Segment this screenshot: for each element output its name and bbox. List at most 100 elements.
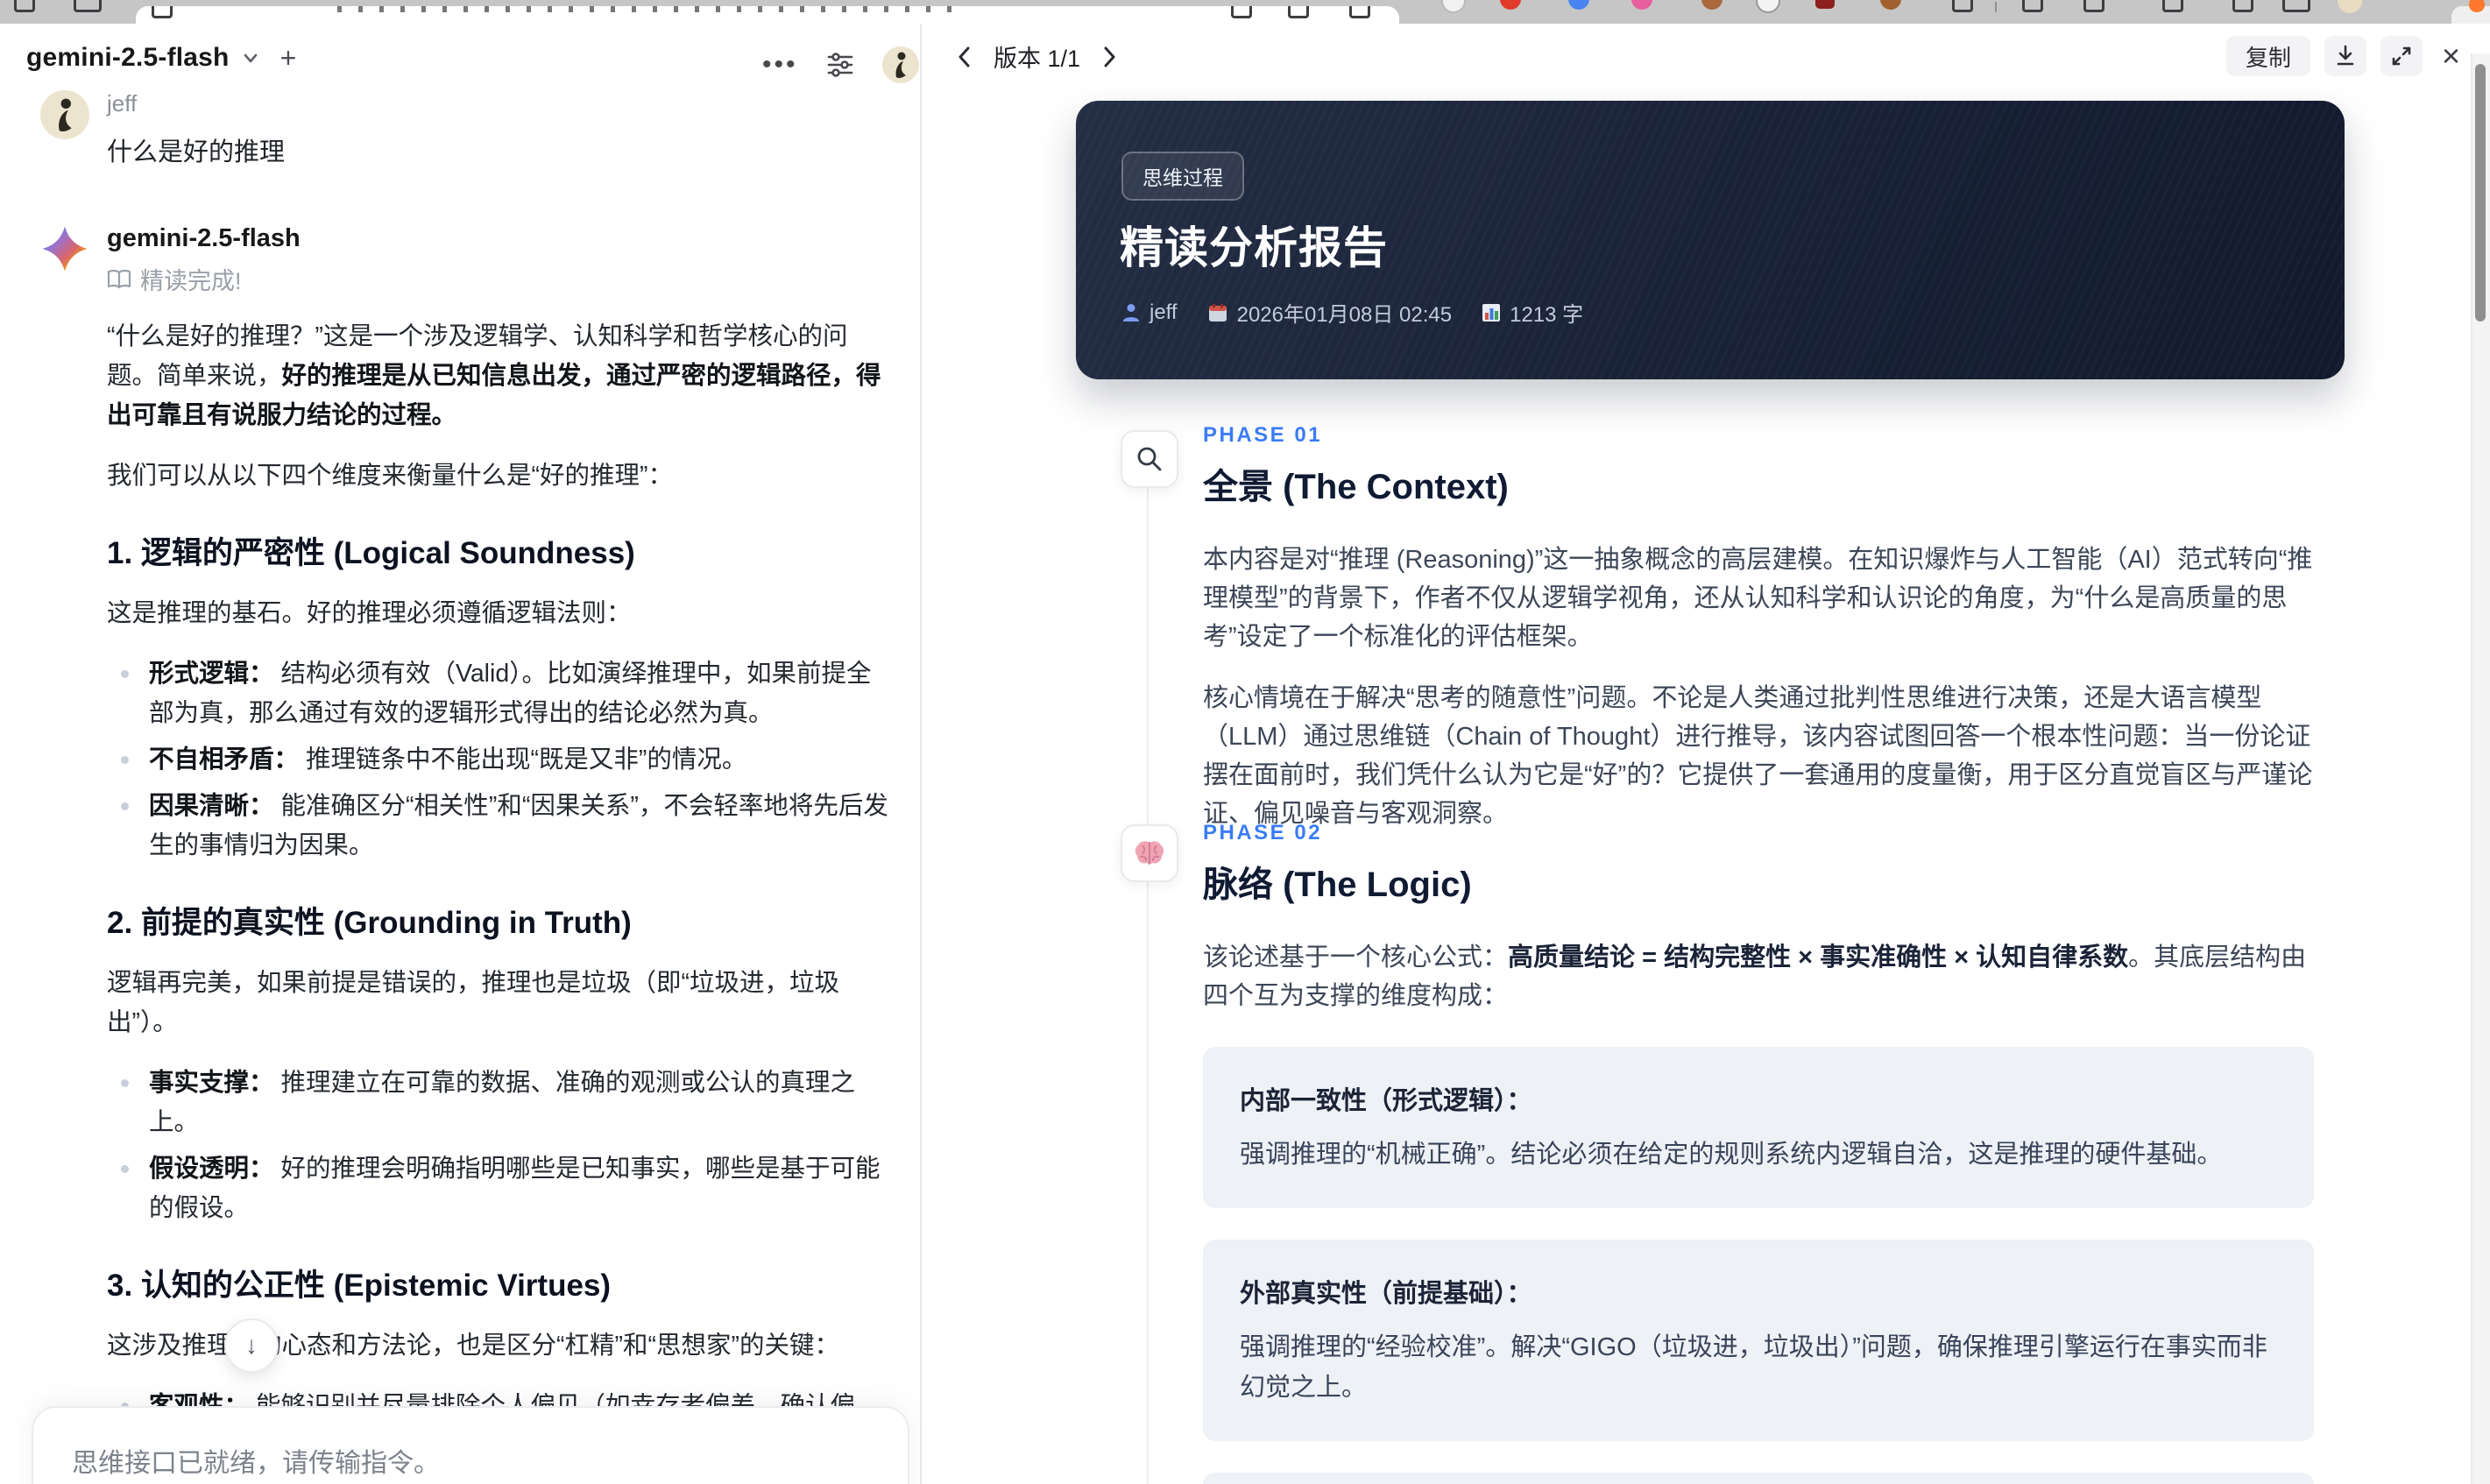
new-chat-button[interactable]: +: [280, 44, 297, 72]
dimension-box: 内部一致性（形式逻辑）： 强调推理的“机械正确”。结论必须在给定的规则系统内逻辑…: [1203, 1047, 2314, 1208]
section-heading: 2. 前提的真实性 (Grounding in Truth): [107, 906, 632, 940]
scroll-to-bottom-button[interactable]: ↓: [224, 1318, 279, 1373]
extension-icon[interactable]: [1441, 0, 1466, 13]
dimension-title: 内部一致性（形式逻辑）：: [1240, 1087, 1532, 1115]
model-selector[interactable]: gemini-2.5-flash +: [26, 43, 296, 73]
bullet-list: 形式逻辑： 结构必须有效（Valid）。比如演绎推理中，如果前提全部为真，那么通…: [107, 654, 888, 866]
browser-toolbar: [0, 0, 2490, 24]
scrollbar-track[interactable]: [2471, 53, 2490, 1484]
user-name: jeff: [107, 90, 138, 117]
share-icon[interactable]: [1288, 6, 1309, 18]
phase-2: PHASE 02 脉络 (The Logic) 该论述基于一个核心公式：高质量结…: [1203, 821, 2314, 1484]
extension-icon[interactable]: [1815, 0, 1835, 9]
bookmark-icon[interactable]: [1231, 6, 1252, 18]
extension-icon[interactable]: [1631, 0, 1652, 10]
toolbar-icon[interactable]: [2083, 0, 2104, 12]
dimension-box: 外部真实性（前提基础）： 强调推理的“经验校准”。解决“GIGO（垃圾进，垃圾出…: [1203, 1240, 2314, 1441]
address-bar[interactable]: [136, 6, 1399, 24]
section-heading: 3. 认知的公正性 (Epistemic Virtues): [107, 1268, 612, 1303]
extension-icon[interactable]: [1756, 0, 1780, 13]
user-avatar[interactable]: [881, 46, 919, 83]
assistant-name: gemini-2.5-flash: [107, 224, 301, 252]
user-message-text: 什么是好的推理: [107, 138, 286, 166]
report-meta: jeff 2026年01月08日 02:45 1213 字: [1121, 297, 1583, 328]
fullscreen-button[interactable]: [2380, 36, 2423, 76]
version-label: 版本 1/1: [994, 46, 1081, 72]
phase-paragraph: 本内容是对“推理 (Reasoning)”这一抽象概念的高层建模。在知识爆炸与人…: [1203, 546, 2313, 651]
phase-paragraph: 该论述基于一个核心公式：高质量结论 = 结构完整性 × 事实准确性 × 认知自律…: [1203, 943, 2307, 1010]
dimension-title: 外部真实性（前提基础）：: [1240, 1280, 1532, 1308]
section-heading: 1. 逻辑的严密性 (Logical Soundness): [107, 536, 635, 570]
magnifier-icon: [1121, 430, 1178, 488]
toolbar-icon[interactable]: [2022, 0, 2043, 12]
calendar-icon: [1208, 303, 1227, 322]
download-button[interactable]: [2324, 36, 2366, 76]
scrollbar-thumb[interactable]: [2475, 64, 2486, 322]
close-icon[interactable]: ×: [2442, 40, 2460, 72]
person-icon: [1123, 303, 1139, 322]
more-options-icon[interactable]: •••: [762, 52, 798, 78]
preview-panel: 版本 1/1 复制 × 思维过程 精读分析报告 jeff 2026年01月08日…: [922, 24, 2490, 1484]
composer-placeholder: 思维接口已就绪，请传输指令。: [72, 1449, 440, 1478]
toolbar-icon[interactable]: [1952, 0, 1973, 12]
model-name: gemini-2.5-flash: [26, 43, 230, 72]
extension-icon[interactable]: [1500, 0, 1521, 10]
copy-button[interactable]: 复制: [2225, 36, 2310, 76]
settings-sliders-icon[interactable]: [824, 49, 856, 81]
assistant-status-text: 精读完成!: [140, 268, 242, 294]
list-item: 不自相矛盾： 推理链条中不能出现“既是又非”的情况。: [121, 740, 888, 780]
preview-toolbar: 版本 1/1 复制 ×: [922, 24, 2490, 87]
message-list: jeff 什么是好的推理 gemini-2.5-flash 精读完成! “什么是…: [40, 87, 888, 1484]
user-message: jeff 什么是好的推理: [40, 90, 883, 168]
section-intro: 这是推理的基石。好的推理必须遵循逻辑法则：: [107, 599, 632, 627]
lead-paragraph: 我们可以从以下四个维度来衡量什么是“好的推理”：: [107, 462, 673, 490]
book-icon: [107, 269, 131, 290]
timeline-rail: [1147, 484, 1149, 1484]
profile-avatar[interactable]: [2338, 0, 2362, 13]
chat-panel: gemini-2.5-flash + ••• jeff 什么是好的推理 gemi…: [0, 24, 920, 1484]
preview-actions: 复制 ×: [2225, 36, 2460, 76]
bar-chart-icon: [1482, 303, 1501, 322]
arrow-down-icon: ↓: [245, 1332, 258, 1359]
assistant-markdown: “什么是好的推理？”这是一个涉及逻辑学、认知科学和哲学核心的问题。简单来说，好的…: [107, 317, 888, 1484]
user-avatar: [40, 90, 89, 139]
phase-label: PHASE 02: [1203, 821, 1323, 844]
chevron-right-icon[interactable]: [1098, 44, 1121, 70]
report-title: 精读分析报告: [1120, 223, 1388, 272]
report-badge: 思维过程: [1121, 152, 1244, 201]
dimension-text: 强调推理的“机械正确”。结论必须在给定的规则系统内逻辑自洽，这是推理的硬件基础。: [1240, 1141, 2223, 1169]
toolbar-divider: [1995, 2, 1997, 12]
url-text-clipped: [337, 6, 968, 12]
extension-icon[interactable]: [1701, 0, 1722, 10]
toolbar-icon[interactable]: [2282, 0, 2310, 12]
extension-icon[interactable]: [1568, 0, 1589, 10]
phase-heading: 脉络 (The Logic): [1203, 866, 1472, 904]
list-item: 因果清晰： 能准确区分“相关性”和“因果关系”，不会轻率地将先后发生的事情归为因…: [121, 787, 888, 866]
star-icon[interactable]: [1349, 6, 1370, 18]
message-composer[interactable]: 思维接口已就绪，请传输指令。 +: [32, 1406, 909, 1484]
bullet-list: 事实支撑： 推理建立在可靠的数据、准确的观测或公认的真理之上。 假设透明： 好的…: [107, 1064, 888, 1228]
chevron-left-icon[interactable]: [953, 44, 976, 70]
extension-icon[interactable]: [1880, 0, 1901, 10]
report-header-card: 思维过程 精读分析报告 jeff 2026年01月08日 02:45 1213 …: [1076, 101, 2345, 379]
list-item: 事实支撑： 推理建立在可靠的数据、准确的观测或公认的真理之上。: [121, 1064, 888, 1142]
list-item: 假设透明： 好的推理会明确指明哪些是已知事实，哪些是基于可能的假设。: [121, 1149, 888, 1228]
assistant-status: 精读完成!: [107, 262, 883, 296]
toolbar-icon[interactable]: [2232, 0, 2253, 12]
phase-paragraph: 核心情境在于解决“思考的随意性”问题。不论是人类通过批判性思维进行决策，还是大语…: [1203, 684, 2313, 828]
report-phases: PHASE 01 全景 (The Context) 本内容是对“推理 (Reas…: [1076, 416, 2348, 1484]
dimension-text: 强调推理的“经验校准”。解决“GIGO（垃圾进，垃圾出）”问题，确保推理引擎运行…: [1240, 1333, 2267, 1402]
phase-label: PHASE 01: [1203, 423, 1323, 447]
gemini-star-icon: [40, 224, 89, 273]
author-meta: jeff: [1121, 300, 1178, 325]
toolbar-icon[interactable]: [2162, 0, 2183, 12]
app-window: gemini-2.5-flash + ••• jeff 什么是好的推理 gemi…: [0, 0, 2490, 1484]
section-intro: 逻辑再完美，如果前提是错误的，推理也是垃圾（即“垃圾进，垃圾出”）。: [107, 969, 839, 1036]
assistant-message: gemini-2.5-flash 精读完成! “什么是好的推理？”这是一个涉及逻…: [40, 224, 888, 1484]
intro-paragraph: “什么是好的推理？”这是一个涉及逻辑学、认知科学和哲学核心的问题。简单来说，好的…: [107, 322, 881, 429]
browser-nav-icon[interactable]: [14, 0, 35, 12]
dimension-box: 主体伦理（认识美德）： 转向推理者的心理特征。引入奥卡姆剃刀和反向论证，旨在克服…: [1203, 1473, 2314, 1484]
browser-nav-icon[interactable]: [74, 0, 102, 12]
chevron-down-icon[interactable]: [240, 47, 261, 68]
chat-actions: •••: [762, 46, 919, 83]
